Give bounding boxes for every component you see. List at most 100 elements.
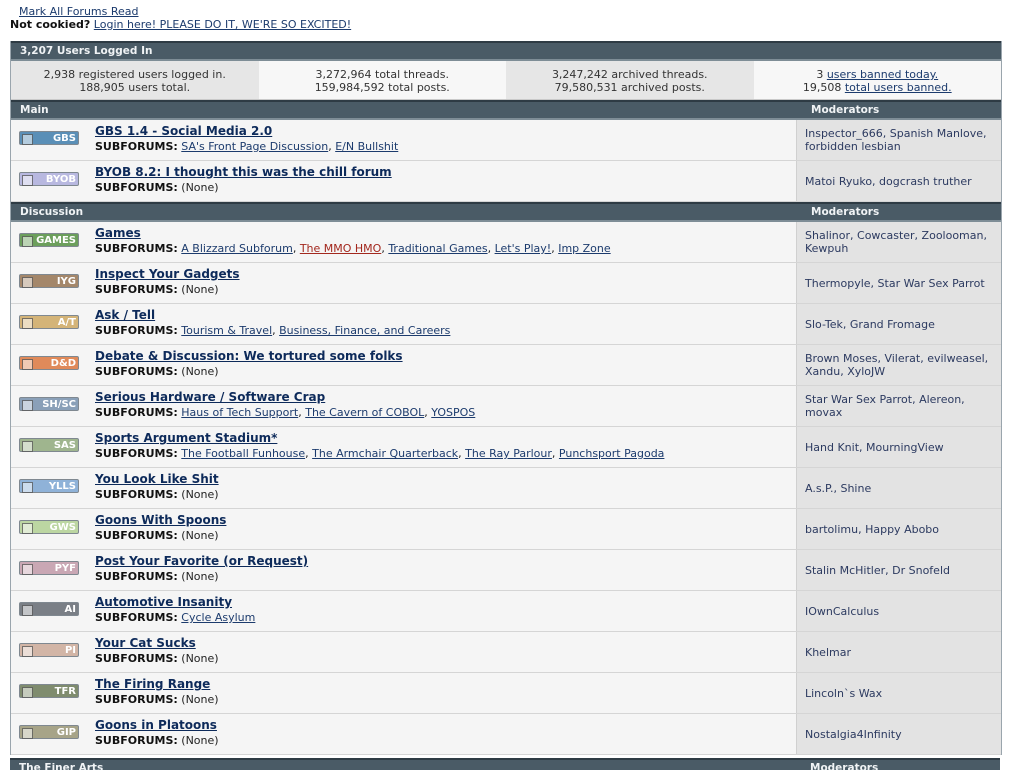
stats-archived: 3,247,242 archived threads. 79,580,531 a… — [506, 61, 754, 99]
forum-title-link[interactable]: Sports Argument Stadium* — [95, 431, 277, 445]
moderators-list[interactable]: Slo-Tek, Grand Fromage — [805, 318, 935, 331]
unread-square-icon — [22, 277, 33, 288]
subforum-link[interactable]: Business, Finance, and Careers — [279, 324, 450, 337]
forum-badge-icon[interactable]: PYF — [19, 561, 79, 575]
subforum-link[interactable]: The MMO HMO — [300, 242, 382, 255]
forum-title-link[interactable]: GBS 1.4 - Social Media 2.0 — [95, 124, 272, 138]
subforum-link[interactable]: Punchsport Pagoda — [559, 447, 665, 460]
forum-info: GBS 1.4 - Social Media 2.0 SUBFORUMS: SA'… — [95, 120, 796, 160]
bans-total-count: 19,508 — [802, 81, 842, 94]
subforum-link[interactable]: E/N Bullshit — [335, 140, 398, 153]
forum-badge-icon[interactable]: YLLS — [19, 479, 79, 493]
subforum-link[interactable]: YOSPOS — [431, 406, 475, 419]
forum-badge-icon[interactable]: D&D — [19, 356, 79, 370]
forum-title-link[interactable]: Automotive Insanity — [95, 595, 232, 609]
moderators-list[interactable]: Brown Moses, Vilerat, evilweasel, Xandu,… — [805, 352, 993, 378]
subforum-link[interactable]: Imp Zone — [558, 242, 610, 255]
stats-bans: 3 users banned today. 19,508 total users… — [753, 61, 1001, 99]
forum-title-link[interactable]: Serious Hardware / Software Crap — [95, 390, 325, 404]
forum-badge-icon[interactable]: AI — [19, 602, 79, 616]
subforums-line: SUBFORUMS: The Football Funhouse, The Ar… — [95, 447, 665, 460]
mark-all-read-link[interactable]: Mark All Forums Read — [19, 5, 139, 18]
moderators-list[interactable]: Shalinor, Cowcaster, Zoolooman, Kewpuh — [805, 229, 993, 255]
no-subforums: (None) — [181, 488, 219, 501]
subforum-link[interactable]: Traditional Games — [388, 242, 487, 255]
no-subforums: (None) — [181, 365, 219, 378]
subforum-link[interactable]: Cycle Asylum — [181, 611, 255, 624]
forum-title-link[interactable]: Games — [95, 226, 141, 240]
subforum-link[interactable]: The Armchair Quarterback — [312, 447, 458, 460]
subforum-link[interactable]: Tourism & Travel — [181, 324, 272, 337]
forum-icon-cell: D&D — [11, 345, 95, 385]
banned-today-link[interactable]: users banned today. — [827, 68, 938, 81]
moderators-list[interactable]: Hand Knit, MourningView — [805, 441, 944, 454]
subforums-label: SUBFORUMS: — [95, 570, 178, 583]
subforum-link[interactable]: The Cavern of COBOL — [305, 406, 424, 419]
moderators-list[interactable]: Star War Sex Parrot, Alereon, movax — [805, 393, 993, 419]
top-links: Mark All Forums Read Not cookied? Login … — [10, 5, 351, 31]
moderators-list[interactable]: Thermopyle, Star War Sex Parrot — [805, 277, 985, 290]
forum-badge-icon[interactable]: GWS — [19, 520, 79, 534]
subforum-link[interactable]: Let's Play! — [495, 242, 552, 255]
forum-badge-icon[interactable]: SH/SC — [19, 397, 79, 411]
subforums-label: SUBFORUMS: — [95, 447, 178, 460]
forum-title-link[interactable]: Inspect Your Gadgets — [95, 267, 240, 281]
forum-icon-cell: PI — [11, 632, 95, 672]
forum-info: Games SUBFORUMS: A Blizzard Subforum, The… — [95, 222, 796, 262]
forum-row: AI Automotive Insanity SUBFORUMS: Cycle As… — [11, 591, 1001, 632]
forum-title-link[interactable]: The Firing Range — [95, 677, 210, 691]
subforum-link[interactable]: SA's Front Page Discussion — [181, 140, 328, 153]
forum-badge-label: GWS — [49, 522, 76, 533]
forum-badge-icon[interactable]: TFR — [19, 684, 79, 698]
forum-icon-cell: TFR — [11, 673, 95, 713]
forum-badge-icon[interactable]: GIP — [19, 725, 79, 739]
forum-icon-cell: PYF — [11, 550, 95, 590]
forum-badge-label: SAS — [53, 440, 76, 451]
unread-square-icon — [22, 482, 33, 493]
forum-badge-icon[interactable]: PI — [19, 643, 79, 657]
forum-badge-icon[interactable]: SAS — [19, 438, 79, 452]
subforum-link[interactable]: Haus of Tech Support — [181, 406, 298, 419]
moderators-list[interactable]: IOwnCalculus — [805, 605, 879, 618]
forum-info: Inspect Your Gadgets SUBFORUMS: (None) — [95, 263, 796, 303]
forum-row: A/T Ask / Tell SUBFORUMS: Tourism & Travel… — [11, 304, 1001, 345]
moderators-list[interactable]: Khelmar — [805, 646, 851, 659]
forum-title-link[interactable]: You Look Like Shit — [95, 472, 219, 486]
forum-title-link[interactable]: Post Your Favorite (or Request) — [95, 554, 308, 568]
forum-badge-icon[interactable]: A/T — [19, 315, 79, 329]
banned-total-link[interactable]: total users banned. — [845, 81, 952, 94]
subforum-link[interactable]: The Football Funhouse — [181, 447, 305, 460]
moderators-list[interactable]: Nostalgia4Infinity — [805, 728, 902, 741]
forum-icon-cell: IYG — [11, 263, 95, 303]
forum-info: Automotive Insanity SUBFORUMS: Cycle Asyl… — [95, 591, 796, 631]
forum-title-link[interactable]: Debate & Discussion: We tortured some fo… — [95, 349, 403, 363]
moderators-list[interactable]: A.s.P., Shine — [805, 482, 871, 495]
moderators-list[interactable]: Stalin McHitler, Dr Snofeld — [805, 564, 950, 577]
forum-badge-icon[interactable]: BYOB — [19, 172, 79, 186]
stat-line: 3,272,964 total threads. — [315, 68, 449, 81]
subforum-link[interactable]: A Blizzard Subforum — [181, 242, 293, 255]
forum-row: SH/SC Serious Hardware / Software Crap SUB… — [11, 386, 1001, 427]
forum-badge-icon[interactable]: GBS — [19, 131, 79, 145]
forum-row: SAS Sports Argument Stadium* SUBFORUMS: Th… — [11, 427, 1001, 468]
moderators-list[interactable]: Inspector_666, Spanish Manlove, forbidde… — [805, 127, 993, 153]
forum-title-link[interactable]: Goons With Spoons — [95, 513, 226, 527]
section-title: Discussion — [20, 206, 84, 218]
moderators-list[interactable]: Lincoln`s Wax — [805, 687, 882, 700]
forum-badge-icon[interactable]: GAMES — [19, 233, 79, 247]
subforums-line: SUBFORUMS: (None) — [95, 652, 219, 665]
forum-title-link[interactable]: Ask / Tell — [95, 308, 155, 322]
forum-badge-icon[interactable]: IYG — [19, 274, 79, 288]
forum-row: GBS GBS 1.4 - Social Media 2.0 SUBFORUMS: … — [11, 120, 1001, 161]
forum-title-link[interactable]: BYOB 8.2: I thought this was the chill f… — [95, 165, 392, 179]
login-link[interactable]: Login here! PLEASE DO IT, WE'RE SO EXCIT… — [94, 18, 351, 31]
moderators-list[interactable]: Matoi Ryuko, dogcrash truther — [805, 175, 972, 188]
stats-threads: 3,272,964 total threads. 159,984,592 tot… — [258, 61, 506, 99]
forum-info: Goons With Spoons SUBFORUMS: (None) — [95, 509, 796, 549]
forum-title-link[interactable]: Your Cat Sucks — [95, 636, 196, 650]
subforum-link[interactable]: The Ray Parlour — [465, 447, 552, 460]
unread-square-icon — [22, 134, 33, 145]
forum-title-link[interactable]: Goons in Platoons — [95, 718, 217, 732]
forum-icon-cell: GBS — [11, 120, 95, 160]
moderators-list[interactable]: bartolimu, Happy Abobo — [805, 523, 939, 536]
